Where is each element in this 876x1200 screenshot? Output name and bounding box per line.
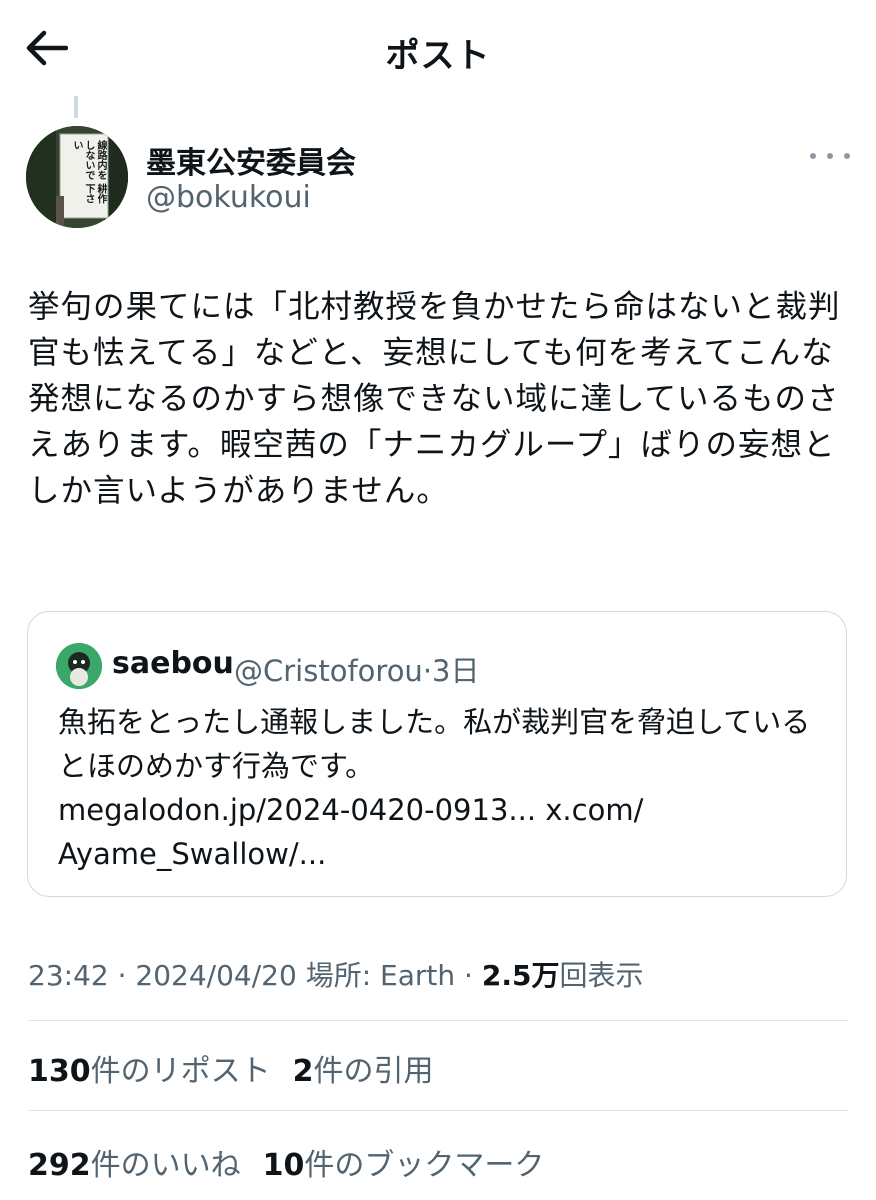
author-name[interactable]: 墨東公安委員会 [146, 138, 356, 182]
avatar[interactable]: 線路内を 耕作しないで 下さい [26, 126, 128, 228]
quoted-avatar[interactable] [56, 643, 102, 689]
quotes-label: 件の引用 [313, 1054, 434, 1089]
bookmarks-stat[interactable]: 10件のブックマーク [263, 1148, 545, 1183]
post-time[interactable]: 23:42 [28, 959, 109, 992]
views-count: 2.5万 [481, 959, 560, 992]
quoted-post-text: 魚拓をとったし通報しました。私が裁判官を脅迫していると​ほのめかす行為です。 m… [58, 705, 811, 871]
quoted-avatar-image [56, 643, 102, 689]
divider [28, 1110, 848, 1111]
likes-count: 292 [28, 1148, 91, 1183]
avatar-sign-text: 線路内を 耕作しないで 下さい [71, 140, 106, 204]
likes-label: 件のいいね [90, 1148, 241, 1183]
reposts-count: 130 [28, 1054, 91, 1089]
post-body-text: 挙句の果てには「北村教授を負かせたら命はないと裁判官も怯えてる」などと、妄想にし… [28, 289, 841, 509]
post-date[interactable]: 2024/04/20 [135, 959, 296, 992]
location-label: 場所: [296, 959, 381, 992]
reposts-label: 件のリポスト [90, 1054, 271, 1089]
quoted-author-handle: @Cristoforou [234, 654, 423, 688]
divider [28, 1020, 848, 1021]
quoted-meta: @Cristoforou·3日 [234, 648, 479, 690]
page-title: ポスト [385, 36, 491, 76]
stats-row-likes: 292件のいいね 10件のブックマーク [28, 1140, 566, 1184]
more-horizontal-icon [810, 153, 816, 159]
quotes-stat[interactable]: 2件の引用 [293, 1054, 434, 1089]
top-bar: ポスト [0, 0, 876, 100]
author-handle[interactable]: @bokukoui [146, 180, 311, 215]
more-options-button[interactable] [810, 146, 850, 166]
bookmarks-count: 10 [262, 1148, 305, 1183]
thread-connector-line [74, 96, 78, 118]
more-horizontal-icon-dot [844, 153, 850, 159]
quoted-post-card[interactable]: saebou @Cristoforou·3日 魚拓をとったし通報しました。私が裁… [27, 611, 847, 897]
quoted-author-name: saebou [112, 646, 234, 681]
quoted-time: 3日 [432, 654, 480, 688]
meta-separator: · [108, 959, 136, 992]
quoted-separator: · [422, 654, 433, 688]
reposts-stat[interactable]: 130件のリポスト [28, 1054, 271, 1089]
meta-separator-2: · [455, 959, 482, 992]
more-horizontal-icon-dot [827, 153, 833, 159]
views-label: 回表示 [559, 959, 644, 992]
quotes-count: 2 [292, 1054, 314, 1089]
likes-stat[interactable]: 292件のいいね [28, 1148, 241, 1183]
location-value: Earth [380, 959, 456, 992]
stats-row-reposts: 130件のリポスト 2件の引用 [28, 1046, 456, 1090]
post-meta: 23:42 · 2024/04/20 場所: Earth · 2.5万回表示 [28, 954, 643, 994]
bookmarks-label: 件のブックマーク [304, 1148, 545, 1183]
